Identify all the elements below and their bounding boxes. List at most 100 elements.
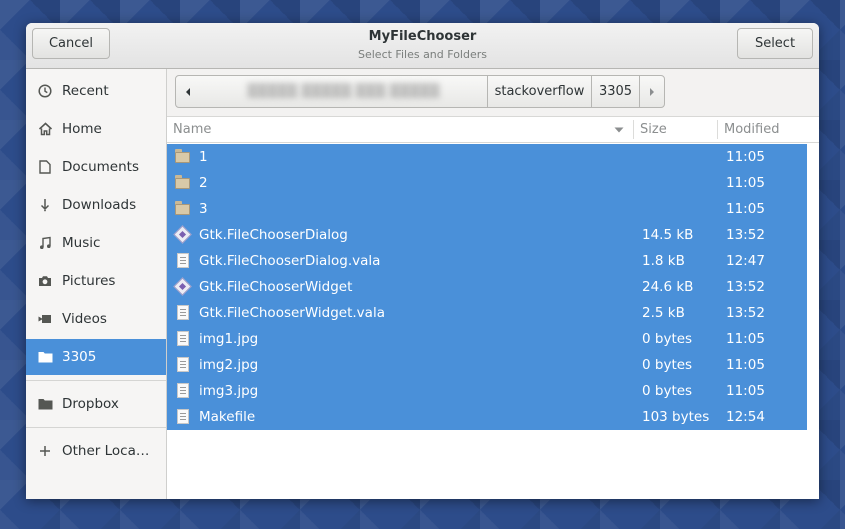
dialog-subtitle: Select Files and Folders [358, 48, 487, 61]
file-modified: 11:05 [726, 201, 765, 217]
sidebar-item-label: Documents [62, 159, 139, 175]
file-modified: 11:05 [726, 383, 765, 399]
path-segment-3305[interactable]: 3305 [591, 75, 640, 108]
file-chooser-dialog: Cancel MyFileChooser Select Files and Fo… [26, 23, 819, 499]
sidebar-item-label: Dropbox [62, 396, 119, 412]
sidebar-item-downloads[interactable]: Downloads [26, 187, 166, 223]
file-name: Gtk.FileChooserWidget.vala [199, 305, 385, 321]
sidebar-item-home[interactable]: Home [26, 111, 166, 147]
chevron-left-icon [186, 87, 190, 96]
sidebar-separator [26, 427, 166, 428]
file-modified: 11:05 [726, 357, 765, 373]
file-row[interactable]: Gtk.FileChooserWidget 24.6 kB 13:52 [167, 274, 807, 300]
music-icon [37, 235, 53, 251]
file-size: 1.8 kB [642, 253, 685, 269]
file-name: Gtk.FileChooserWidget [199, 279, 353, 295]
file-name: img3.jpg [199, 383, 259, 399]
select-button[interactable]: Select [737, 28, 813, 59]
sidebar-item-videos[interactable]: Videos [26, 301, 166, 337]
dialog-title: MyFileChooser [368, 29, 477, 44]
column-divider [633, 120, 634, 139]
sidebar-item-music[interactable]: Music [26, 225, 166, 261]
file-row[interactable]: Gtk.FileChooserWidget.vala 2.5 kB 13:52 [167, 300, 807, 326]
folder-icon [37, 396, 53, 412]
column-header-row: Name Size Modified [167, 117, 819, 143]
text-file-icon [175, 253, 191, 269]
executable-icon [173, 277, 192, 296]
sidebar-item-dropbox[interactable]: Dropbox [26, 386, 166, 422]
path-segment-blurred[interactable]: ▒▒▒▒▒ ▒▒▒▒▒ ▒▒▒ ▒▒▒▒▒ [200, 75, 488, 108]
file-row[interactable]: 1 11:05 [167, 144, 807, 170]
sidebar-item-recent[interactable]: Recent [26, 73, 166, 109]
file-modified: 12:54 [726, 409, 765, 425]
file-modified: 13:52 [726, 279, 765, 295]
text-file-icon [175, 331, 191, 347]
file-row[interactable]: img1.jpg 0 bytes 11:05 [167, 326, 807, 352]
file-name: 1 [199, 149, 208, 165]
video-icon [37, 311, 53, 327]
file-browser: ▒▒▒▒▒ ▒▒▒▒▒ ▒▒▒ ▒▒▒▒▒ stackoverflow 3305… [167, 69, 819, 499]
home-icon [37, 121, 53, 137]
file-modified: 11:05 [726, 331, 765, 347]
header-bar: Cancel MyFileChooser Select Files and Fo… [26, 23, 819, 69]
sidebar-item-documents[interactable]: Documents [26, 149, 166, 185]
text-file-icon [175, 357, 191, 373]
file-name: img1.jpg [199, 331, 259, 347]
download-icon [37, 197, 53, 213]
path-scroll-left-button[interactable] [175, 75, 201, 108]
sidebar-item-label: Home [62, 121, 102, 137]
file-name: Makefile [199, 409, 256, 425]
file-name: 2 [199, 175, 208, 191]
file-size: 103 bytes [642, 409, 710, 425]
sidebar-item-label: Pictures [62, 273, 116, 289]
folder-icon [175, 201, 191, 217]
file-size: 14.5 kB [642, 227, 694, 243]
folder-icon [37, 349, 53, 365]
executable-icon [173, 225, 192, 244]
plus-icon [37, 443, 53, 459]
column-header-modified[interactable]: Modified [724, 117, 779, 142]
document-icon [37, 159, 53, 175]
sidebar-item-label: Other Loca… [62, 443, 150, 459]
path-scroll-right-button[interactable] [639, 75, 665, 108]
text-file-icon [175, 409, 191, 425]
file-row[interactable]: img2.jpg 0 bytes 11:05 [167, 352, 807, 378]
column-header-name[interactable]: Name [173, 117, 628, 142]
sidebar-item-3305[interactable]: 3305 [26, 339, 166, 375]
text-file-icon [175, 383, 191, 399]
file-size: 2.5 kB [642, 305, 685, 321]
file-row[interactable]: 2 11:05 [167, 170, 807, 196]
sidebar-item-label: Recent [62, 83, 109, 99]
column-divider [717, 120, 718, 139]
file-name: Gtk.FileChooserDialog.vala [199, 253, 381, 269]
file-size: 0 bytes [642, 357, 693, 373]
sidebar-item-label: Music [62, 235, 101, 251]
file-name: Gtk.FileChooserDialog [199, 227, 348, 243]
places-sidebar: Recent Home Documents Downloads Music Pi… [26, 69, 167, 499]
file-modified: 13:52 [726, 227, 765, 243]
file-size: 0 bytes [642, 331, 693, 347]
file-name: 3 [199, 201, 208, 217]
sidebar-item-label: Videos [62, 311, 107, 327]
column-header-size[interactable]: Size [640, 117, 667, 142]
sidebar-item-other-locations[interactable]: Other Loca… [26, 433, 166, 469]
file-row[interactable]: img3.jpg 0 bytes 11:05 [167, 378, 807, 404]
folder-icon [175, 149, 191, 165]
file-row[interactable]: 3 11:05 [167, 196, 807, 222]
file-size: 24.6 kB [642, 279, 694, 295]
file-row[interactable]: Gtk.FileChooserDialog.vala 1.8 kB 12:47 [167, 248, 807, 274]
path-bar: ▒▒▒▒▒ ▒▒▒▒▒ ▒▒▒ ▒▒▒▒▒ stackoverflow 3305 [167, 69, 819, 117]
file-row[interactable]: Makefile 103 bytes 12:54 [167, 404, 807, 430]
file-modified: 11:05 [726, 149, 765, 165]
chevron-right-icon [650, 87, 654, 96]
file-modified: 13:52 [726, 305, 765, 321]
path-segment-stackoverflow[interactable]: stackoverflow [487, 75, 592, 108]
folder-icon [175, 175, 191, 191]
clock-icon [37, 83, 53, 99]
camera-icon [37, 273, 53, 289]
sidebar-item-pictures[interactable]: Pictures [26, 263, 166, 299]
file-name: img2.jpg [199, 357, 259, 373]
file-row[interactable]: Gtk.FileChooserDialog 14.5 kB 13:52 [167, 222, 807, 248]
text-file-icon [175, 305, 191, 321]
sidebar-separator [26, 380, 166, 381]
